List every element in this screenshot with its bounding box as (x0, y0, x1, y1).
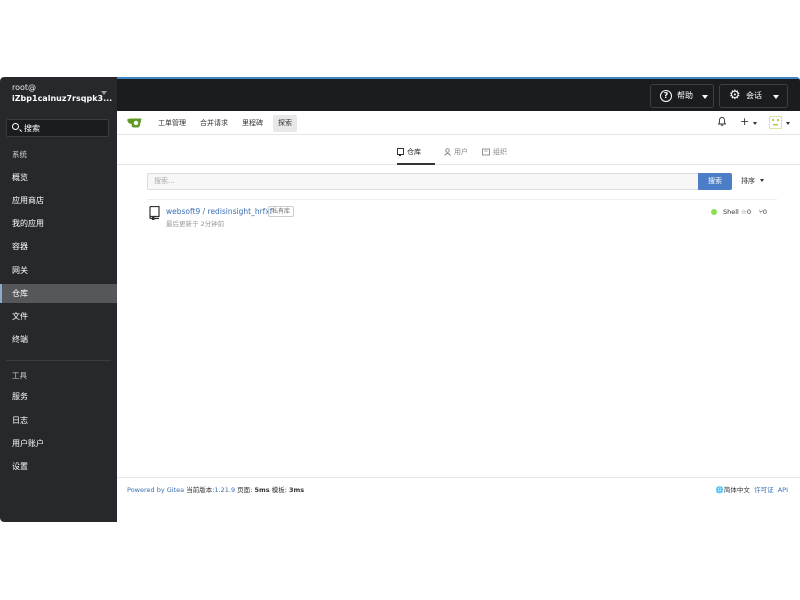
nav-explore[interactable]: 探索 (273, 115, 297, 132)
sort-label: 排序 (741, 177, 755, 185)
gear-icon: ⚙ (729, 88, 741, 103)
chevron-down-icon (101, 91, 107, 95)
template-time: 3ms (288, 486, 305, 494)
gitea-logo-icon[interactable] (127, 116, 142, 128)
host-name: iZbp1calnuz7rsqpk3... (12, 94, 113, 103)
help-button[interactable]: ? 帮助 (650, 84, 714, 108)
app-window: root@ iZbp1calnuz7rsqpk3... 搜索 系统 概览 应用商… (0, 77, 800, 522)
nav-pull-requests[interactable]: 合并请求 (195, 115, 233, 132)
sidebar-search[interactable]: 搜索 (6, 119, 109, 137)
repo-icon (397, 148, 404, 156)
sidebar: root@ iZbp1calnuz7rsqpk3... 搜索 系统 概览 应用商… (0, 77, 117, 522)
sidebar-item-app-store[interactable]: 应用商店 (0, 191, 117, 210)
tab-label: 用户 (454, 148, 468, 156)
nav-milestones[interactable]: 里程碑 (237, 115, 268, 132)
repo-search-input[interactable]: 搜索... (147, 173, 699, 190)
sort-dropdown[interactable]: 排序 (741, 176, 765, 186)
private-badge: 私有库 (268, 206, 295, 217)
repo-icon (149, 206, 160, 220)
user-name: root@ (12, 83, 37, 92)
user-menu[interactable]: root@ iZbp1calnuz7rsqpk3... (0, 77, 117, 113)
sidebar-item-terminal[interactable]: 终端 (0, 330, 117, 349)
stars-link[interactable]: ☆0 (741, 208, 751, 216)
repo-link[interactable]: websoft9 / redisinsight_hrfxf (166, 207, 272, 216)
sidebar-item-gateway[interactable]: 网关 (0, 261, 117, 280)
top-bar: ? 帮助 ⚙ 会话 (117, 77, 800, 111)
tab-users[interactable]: 用户 (444, 143, 474, 165)
sidebar-item-containers[interactable]: 容器 (0, 237, 117, 256)
sidebar-item-repository[interactable]: 仓库 (0, 284, 117, 303)
help-icon: ? (660, 90, 672, 102)
plus-icon[interactable]: + (740, 115, 749, 128)
chevron-down-icon (702, 95, 708, 99)
sidebar-item-my-apps[interactable]: 我的应用 (0, 214, 117, 233)
explore-tabs: 仓库 用户 组织 (117, 135, 800, 165)
repo-list-item: websoft9 / redisinsight_hrfxf 私有库 最后更新于 … (147, 199, 777, 229)
sidebar-item-accounts[interactable]: 用户账户 (0, 434, 117, 453)
footer-info: Powered by Gitea 当前版本:1.21.9 页面: 5ms 模板:… (127, 484, 304, 494)
session-button[interactable]: ⚙ 会话 (719, 84, 788, 108)
fork-count: 0 (762, 208, 768, 216)
language-selector[interactable]: 简体中文 (724, 486, 750, 494)
chevron-down-icon (773, 95, 779, 99)
repo-updated-time: 最后更新于 2分钟前 (166, 220, 225, 228)
sidebar-item-files[interactable]: 文件 (0, 307, 117, 326)
nav-issues[interactable]: 工单管理 (153, 115, 191, 132)
forks-link[interactable]: ⑂0 (759, 208, 767, 216)
session-label: 会话 (746, 91, 762, 100)
avatar[interactable] (769, 116, 782, 129)
star-count: 0 (746, 208, 751, 216)
explore-page: 仓库 用户 组织 搜索... 搜索 排序 websoft9 / redisins… (117, 135, 800, 522)
sidebar-item-overview[interactable]: 概览 (0, 168, 117, 187)
chevron-down-icon (753, 122, 757, 125)
powered-by-link[interactable]: Powered by Gitea (127, 486, 184, 494)
chevron-down-icon (786, 122, 790, 125)
help-label: 帮助 (677, 91, 693, 100)
sidebar-search-label: 搜索 (24, 124, 40, 133)
license-link[interactable]: 许可证 (754, 486, 774, 494)
version-value: 1.21.9 (214, 486, 236, 494)
sidebar-item-settings[interactable]: 设置 (0, 457, 117, 476)
chevron-down-icon (760, 179, 765, 182)
search-icon (12, 123, 19, 130)
page-time-label: 页面: (237, 486, 253, 494)
api-link[interactable]: API (778, 486, 788, 494)
bell-icon[interactable] (718, 117, 726, 126)
sidebar-item-services[interactable]: 服务 (0, 387, 117, 406)
footer-links: 🌐简体中文 许可证 API (716, 484, 788, 494)
search-placeholder: 搜索... (154, 177, 175, 185)
sidebar-item-logs[interactable]: 日志 (0, 411, 117, 430)
template-time-label: 模板: (271, 486, 287, 494)
language-color-dot (711, 209, 717, 215)
footer: Powered by Gitea 当前版本:1.21.9 页面: 5ms 模板:… (117, 477, 800, 522)
tab-label: 仓库 (407, 148, 421, 156)
gitea-navbar: 工单管理 合并请求 里程碑 探索 + (117, 111, 800, 135)
tab-label: 组织 (493, 148, 507, 156)
version-label: 当前版本: (186, 486, 215, 494)
section-system: 系统 (12, 150, 27, 159)
org-icon (482, 148, 490, 156)
repo-language: Shell (723, 208, 739, 216)
tab-repositories[interactable]: 仓库 (397, 143, 435, 165)
page-time: 5ms (254, 486, 270, 494)
divider (6, 360, 111, 361)
user-icon (444, 148, 451, 156)
search-button[interactable]: 搜索 (698, 173, 732, 190)
globe-icon: 🌐 (715, 486, 724, 494)
tab-organizations[interactable]: 组织 (482, 143, 512, 165)
section-tools: 工具 (12, 371, 27, 380)
